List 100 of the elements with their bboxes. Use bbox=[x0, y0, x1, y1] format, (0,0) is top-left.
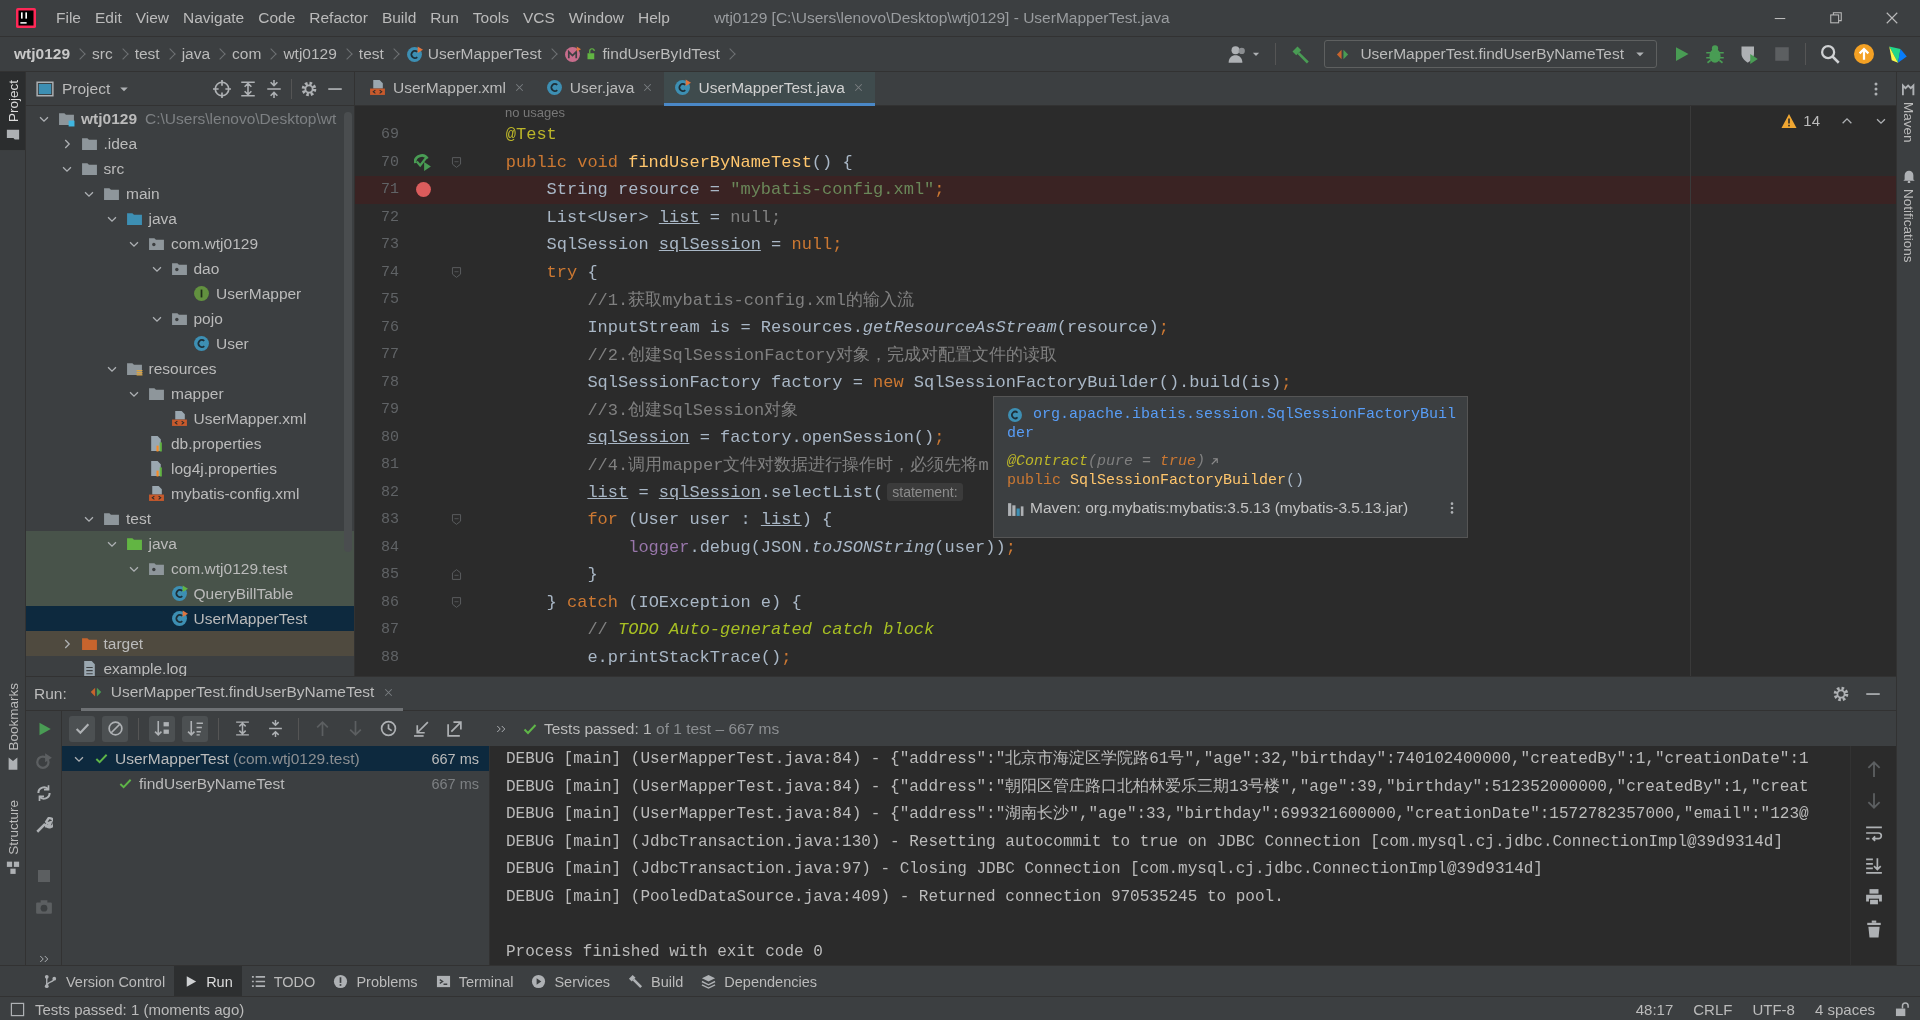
menu-item[interactable]: File bbox=[50, 5, 87, 31]
breakpoint-icon[interactable] bbox=[414, 181, 432, 199]
export-icon[interactable] bbox=[445, 720, 463, 737]
tree-row[interactable]: .idea bbox=[26, 131, 354, 156]
run-configuration-dropdown[interactable]: UserMapperTest.findUserByNameTest bbox=[1324, 40, 1657, 68]
line-separator[interactable]: CRLF bbox=[1693, 1000, 1733, 1018]
soft-wrap-icon[interactable] bbox=[1864, 824, 1883, 842]
test-row[interactable]: UserMapperTest (com.wtj0129.test) 667 ms bbox=[62, 746, 489, 771]
collapse-all-icon[interactable] bbox=[265, 79, 283, 98]
menu-item[interactable]: Edit bbox=[89, 5, 128, 31]
breadcrumb[interactable]: wtj0129 bbox=[14, 45, 92, 63]
qualified-name-link[interactable]: org.apache.ibatis.session.SqlSessionFactoryBuilder bbox=[1007, 405, 1459, 443]
breadcrumb[interactable]: test bbox=[358, 45, 406, 63]
settings-icon[interactable] bbox=[1832, 684, 1850, 703]
print-icon[interactable] bbox=[1864, 888, 1883, 906]
tree-row[interactable]: log4j.properties bbox=[26, 456, 354, 481]
sort-by-duration-button[interactable] bbox=[182, 715, 208, 742]
cursor-position[interactable]: 48:17 bbox=[1635, 1000, 1674, 1018]
import-icon[interactable] bbox=[412, 720, 430, 737]
tool-window-tab[interactable]: Project bbox=[0, 72, 25, 151]
menu-item[interactable]: View bbox=[129, 5, 176, 31]
locate-icon[interactable] bbox=[213, 79, 231, 98]
show-ignored-button[interactable] bbox=[102, 715, 128, 742]
tool-window-tab[interactable]: TODO bbox=[241, 966, 325, 996]
menu-item[interactable]: Build bbox=[375, 5, 423, 31]
trash-icon[interactable] bbox=[1864, 920, 1883, 938]
collapse-all-icon[interactable] bbox=[266, 720, 284, 737]
lock-open-icon[interactable] bbox=[1895, 1001, 1910, 1017]
tree-row[interactable]: pojo bbox=[26, 306, 354, 331]
tool-window-tab[interactable]: Bookmarks bbox=[0, 674, 25, 779]
update-icon[interactable] bbox=[1854, 44, 1874, 64]
auto-rerun-icon[interactable] bbox=[34, 784, 53, 802]
run-test-icon[interactable] bbox=[414, 153, 432, 172]
breadcrumb[interactable]: wtj0129 bbox=[283, 45, 359, 63]
more-tools-icon[interactable] bbox=[37, 953, 50, 965]
panel-title[interactable]: Project bbox=[62, 79, 111, 98]
breadcrumb[interactable]: java bbox=[181, 45, 233, 63]
editor-tab[interactable]: User.java bbox=[535, 72, 665, 106]
tree-row[interactable]: UserMapperTest bbox=[26, 606, 354, 631]
file-encoding[interactable]: UTF-8 bbox=[1752, 1000, 1795, 1018]
tree-row[interactable]: test bbox=[26, 506, 354, 531]
test-row[interactable]: findUserByNameTest 667 ms bbox=[62, 771, 489, 796]
tree-row[interactable]: target bbox=[26, 631, 354, 656]
status-message[interactable]: Tests passed: 1 (moments ago) bbox=[35, 1000, 245, 1018]
menu-item[interactable]: Refactor bbox=[303, 5, 374, 31]
warning-icon[interactable] bbox=[1781, 112, 1798, 129]
breadcrumb[interactable]: com bbox=[232, 45, 284, 63]
menu-item[interactable]: Tools bbox=[466, 5, 515, 31]
external-link-icon[interactable] bbox=[1209, 456, 1221, 467]
tree-row[interactable]: User bbox=[26, 331, 354, 356]
menu-item[interactable]: VCS bbox=[516, 5, 561, 31]
breadcrumb[interactable]: test bbox=[134, 45, 182, 63]
run-tab[interactable]: UserMapperTest.findUserByNameTest bbox=[80, 677, 404, 711]
menu-item[interactable]: Window bbox=[562, 5, 630, 31]
tree-row[interactable]: mapper bbox=[26, 381, 354, 406]
tree-row[interactable]: UserMapper.xml bbox=[26, 406, 354, 431]
tree-row[interactable]: main bbox=[26, 181, 354, 206]
breadcrumb[interactable]: UserMapperTest bbox=[405, 45, 564, 63]
coverage-icon[interactable] bbox=[1739, 44, 1759, 64]
tool-window-tab[interactable]: Run bbox=[174, 966, 242, 996]
tool-window-tab[interactable]: Structure bbox=[0, 792, 25, 883]
restore-icon[interactable] bbox=[1829, 11, 1843, 25]
tree-row[interactable]: com.wtj0129 bbox=[26, 231, 354, 256]
tree-row[interactable]: mybatis-config.xml bbox=[26, 481, 354, 506]
expand-all-icon[interactable] bbox=[239, 79, 257, 98]
tree-row[interactable]: resources bbox=[26, 356, 354, 381]
tool-window-tab[interactable]: Dependencies bbox=[692, 966, 826, 996]
editor-tab[interactable]: UserMapperTest.java bbox=[664, 72, 875, 106]
bug-icon[interactable] bbox=[1705, 44, 1725, 64]
warning-count[interactable]: 14 bbox=[1803, 112, 1820, 129]
menu-item[interactable]: Help bbox=[632, 5, 676, 31]
tree-row[interactable]: UserMapper bbox=[26, 281, 354, 306]
editor-tab[interactable]: UserMapper.xml bbox=[359, 72, 536, 106]
tree-row[interactable]: java bbox=[26, 531, 354, 556]
tool-window-tab[interactable]: Build bbox=[619, 966, 693, 996]
search-icon[interactable] bbox=[1820, 44, 1840, 64]
tree-row[interactable]: QueryBillTable bbox=[26, 581, 354, 606]
tree-row[interactable]: wtj0129 C:\Users\lenovo\Desktop\wt bbox=[26, 106, 354, 131]
indent-setting[interactable]: 4 spaces bbox=[1814, 1000, 1875, 1018]
scroll-to-end-icon[interactable] bbox=[1864, 856, 1883, 874]
settings-icon[interactable] bbox=[300, 79, 318, 98]
menu-item[interactable]: Navigate bbox=[177, 5, 251, 31]
breadcrumb[interactable]: findUserByIdTest bbox=[563, 45, 742, 63]
hammer-icon[interactable] bbox=[1290, 44, 1311, 64]
tool-windows-icon[interactable] bbox=[10, 1001, 25, 1017]
show-passed-button[interactable] bbox=[69, 715, 95, 742]
tree-row[interactable]: src bbox=[26, 156, 354, 181]
menu-item[interactable]: Run bbox=[424, 5, 465, 31]
close-icon[interactable] bbox=[1885, 11, 1899, 25]
tree-row[interactable]: db.properties bbox=[26, 431, 354, 456]
tree-row[interactable]: java bbox=[26, 206, 354, 231]
tree-row[interactable]: com.wtj0129.test bbox=[26, 556, 354, 581]
expand-all-icon[interactable] bbox=[233, 720, 251, 737]
breadcrumb[interactable]: src bbox=[92, 45, 135, 63]
tool-window-tab[interactable]: Notifications bbox=[1897, 162, 1920, 269]
tool-window-tab[interactable]: Maven bbox=[1897, 76, 1920, 149]
tree-row[interactable]: example.log bbox=[26, 656, 354, 676]
menu-item[interactable]: Code bbox=[252, 5, 302, 31]
tree-row[interactable]: dao bbox=[26, 256, 354, 281]
tool-window-tab[interactable]: Problems bbox=[324, 966, 427, 996]
